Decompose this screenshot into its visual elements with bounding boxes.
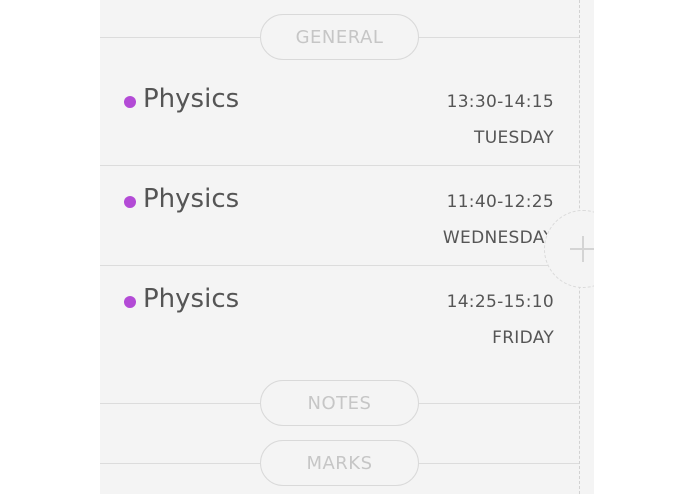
section-header-notes: NOTES	[100, 380, 579, 426]
lesson-subject: Physics	[143, 184, 240, 214]
lesson-item[interactable]: Physics 14:25-15:10 FRIDAY	[100, 266, 579, 366]
marks-tab[interactable]: MARKS	[260, 440, 419, 486]
lesson-subject: Physics	[143, 84, 240, 114]
lesson-item[interactable]: Physics 11:40-12:25 WEDNESDAY	[100, 166, 579, 266]
plus-icon	[570, 236, 594, 262]
subject-color-dot	[124, 196, 136, 208]
general-tab[interactable]: GENERAL	[260, 14, 419, 60]
lesson-day: WEDNESDAY	[442, 228, 554, 248]
section-header-general: GENERAL	[100, 14, 579, 60]
lesson-day: TUESDAY	[474, 128, 554, 148]
notes-tab[interactable]: NOTES	[260, 380, 419, 426]
schedule-panel: GENERAL Physics 13:30-14:15 TUESDAY Phys…	[100, 0, 594, 494]
lesson-subject: Physics	[143, 284, 240, 314]
lesson-time: 14:25-15:10	[446, 292, 554, 312]
subject-color-dot	[124, 96, 136, 108]
lesson-time: 11:40-12:25	[446, 192, 554, 212]
subject-color-dot	[124, 296, 136, 308]
lesson-time: 13:30-14:15	[446, 92, 554, 112]
section-header-marks: MARKS	[100, 440, 579, 486]
lesson-item[interactable]: Physics 13:30-14:15 TUESDAY	[100, 66, 579, 166]
lesson-day: FRIDAY	[492, 328, 554, 348]
